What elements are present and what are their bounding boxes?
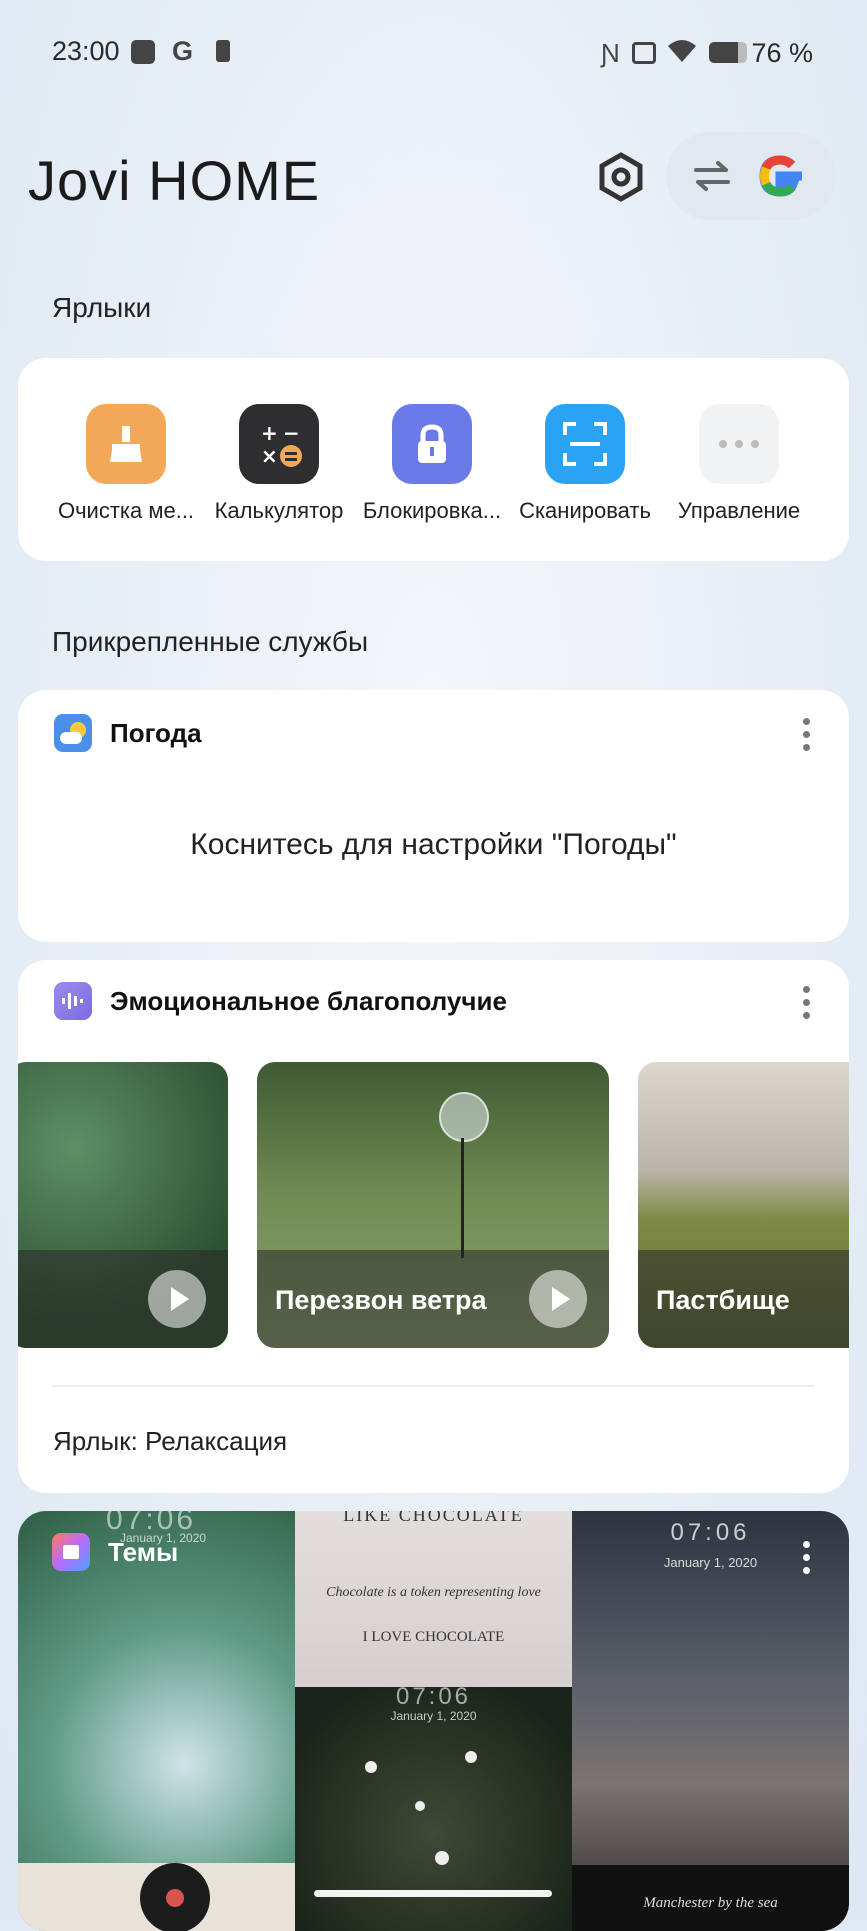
pinned-services-title: Прикрепленные службы <box>52 626 369 657</box>
google-search-button[interactable] <box>666 132 836 220</box>
vibrate-icon <box>632 42 656 64</box>
wellbeing-card: Эмоциональное благополучие Перезвон ветр… <box>18 960 849 1493</box>
relaxation-shortcut-link[interactable]: Ярлык: Релаксация <box>53 1426 287 1457</box>
weather-title: Погода <box>110 717 202 748</box>
svg-text:−: − <box>283 421 300 445</box>
shortcut-label: Сканировать <box>519 498 651 523</box>
theme-preview-chocolate[interactable]: LIKE CHOCOLATE Chocolate is a token repr… <box>295 1511 572 1931</box>
svg-text:×: × <box>261 444 278 468</box>
theme-text: LIKE CHOCOLATE <box>343 1511 524 1525</box>
themes-card[interactable]: 07:06 January 1, 2020 LIKE CHOCOLATE Cho… <box>18 1511 849 1931</box>
sound-tile-wind-chime[interactable]: Перезвон ветра <box>257 1062 609 1348</box>
scan-icon <box>545 404 625 484</box>
tile-label: Перезвон ветра <box>275 1285 487 1315</box>
svg-text:+: + <box>261 421 278 445</box>
google-logo-icon <box>759 155 802 197</box>
theme-preview-nature[interactable]: 07:06 January 1, 2020 <box>18 1511 295 1931</box>
sound-tile-pasture[interactable]: Пастбище <box>638 1062 849 1348</box>
weather-card-header: Погода <box>54 714 202 752</box>
themes-more-icon[interactable] <box>803 1541 811 1580</box>
shortcut-label: Калькулятор <box>214 498 344 523</box>
status-bar: 23:00 G Ɲ 76 % <box>0 0 867 105</box>
shortcut-label: Очистка ме... <box>57 498 195 523</box>
themes-card-header: Темы <box>52 1533 178 1571</box>
weather-more-icon[interactable] <box>803 718 811 757</box>
divider <box>52 1385 815 1387</box>
shortcut-manage[interactable]: Управление <box>664 404 814 524</box>
shortcut-lock[interactable]: Блокировка... <box>357 404 507 524</box>
theme-text: Manchester by the sea <box>643 1895 778 1911</box>
wellbeing-card-header: Эмоциональное благополучие <box>54 982 507 1020</box>
sound-tile-rain-leaf[interactable] <box>18 1062 228 1348</box>
home-indicator[interactable] <box>314 1890 552 1897</box>
nfc-icon: Ɲ <box>601 38 620 68</box>
broom-icon <box>86 404 166 484</box>
wifi-icon <box>668 40 696 62</box>
wellbeing-app-icon <box>54 982 92 1020</box>
lock-icon <box>392 404 472 484</box>
calculator-icon: + − × <box>239 404 319 484</box>
shortcut-label: Управление <box>677 498 801 523</box>
status-time: 23:00 <box>52 36 120 66</box>
weather-setup-message[interactable]: Коснитесь для настройки "Погоды" <box>18 828 849 862</box>
vinyl-record-icon <box>140 1863 210 1931</box>
more-icon <box>699 404 779 484</box>
themes-title: Темы <box>108 1536 179 1567</box>
battery-icon <box>709 42 747 63</box>
theme-text: I LOVE CHOCOLATE <box>362 1629 505 1645</box>
wellbeing-title: Эмоциональное благополучие <box>110 985 507 1016</box>
google-notification-icon: G <box>172 36 194 66</box>
shortcut-cleanup[interactable]: Очистка ме... <box>51 404 201 524</box>
play-icon[interactable] <box>148 1270 206 1328</box>
theme-text: Chocolate is a token representing love <box>326 1585 541 1600</box>
weather-card[interactable]: Погода Коснитесь для настройки "Погоды" <box>18 690 849 942</box>
wind-chime-icon <box>439 1092 489 1142</box>
charging-icon <box>216 40 230 62</box>
shortcut-scan[interactable]: Сканировать <box>510 404 660 524</box>
weather-app-icon <box>54 714 92 752</box>
theme-date-text: January 1, 2020 <box>390 1709 477 1723</box>
shortcuts-title: Ярлыки <box>52 292 152 323</box>
app-notification-icon <box>131 40 155 64</box>
tile-label: Пастбище <box>656 1285 790 1315</box>
themes-app-icon <box>52 1533 90 1571</box>
wellbeing-more-icon[interactable] <box>803 986 811 1025</box>
battery-level: 76 % <box>751 38 813 68</box>
brand-title: Jovi HOME <box>28 149 321 212</box>
switch-arrows-icon <box>694 161 730 191</box>
play-icon[interactable] <box>529 1270 587 1328</box>
shortcut-calculator[interactable]: + − × Калькулятор <box>204 404 354 524</box>
settings-gear-icon[interactable] <box>596 152 646 202</box>
theme-clock-text: 07:06 <box>395 1683 472 1710</box>
shortcut-label: Блокировка... <box>362 498 502 523</box>
